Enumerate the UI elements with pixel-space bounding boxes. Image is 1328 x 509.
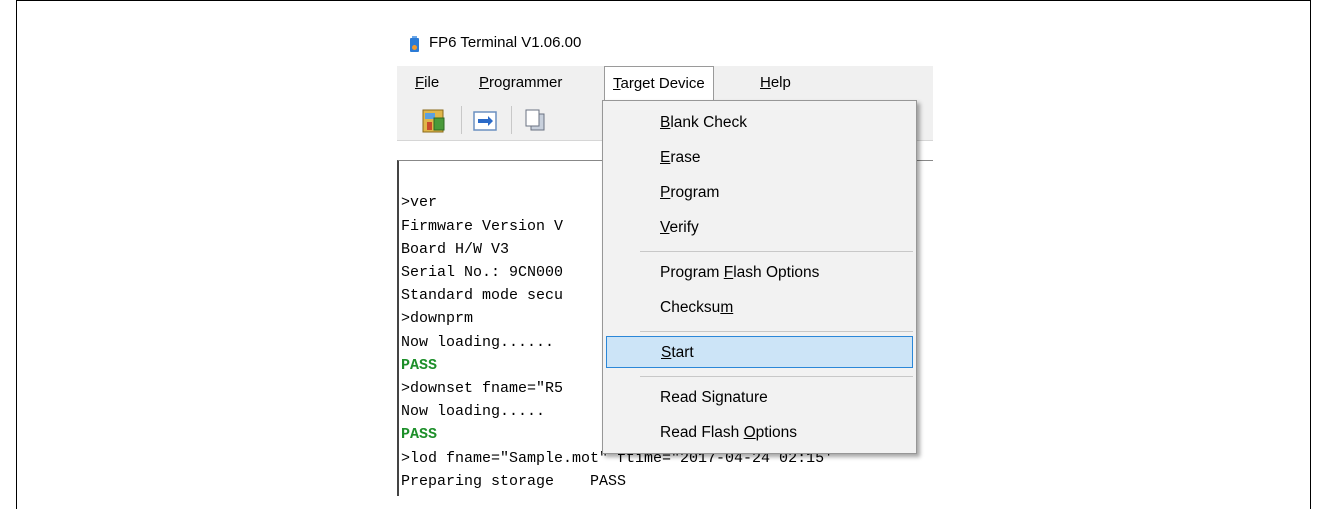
menu-item-read-flash-options[interactable]: Read Flash Options <box>606 417 913 449</box>
title-bar: FP6 Terminal V1.06.00 <box>397 22 933 66</box>
window-title: FP6 Terminal V1.06.00 <box>429 34 582 51</box>
terminal-line: Preparing storage PASS <box>401 473 627 490</box>
terminal-line: Board H/W V3 <box>401 241 510 258</box>
connect-icon[interactable] <box>469 104 501 136</box>
terminal-line: Now loading...... <box>401 334 555 351</box>
menu-item-read-signature[interactable]: Read Signature <box>606 382 913 414</box>
menu-separator <box>640 331 913 332</box>
app-icon <box>409 36 420 52</box>
copy-icon[interactable] <box>519 104 551 136</box>
terminal-line: Serial No.: 9CN000 <box>401 264 564 281</box>
menu-item-program[interactable]: Program <box>606 177 913 209</box>
toolbar-separator <box>461 106 462 134</box>
terminal-line: Now loading..... <box>401 403 546 420</box>
menu-bar: File Programmer Target Device Help <box>397 66 933 102</box>
terminal-line: >ver <box>401 194 438 211</box>
terminal-line-pass: PASS <box>401 426 438 443</box>
menu-item-program-flash-options[interactable]: Program Flash Options <box>606 257 913 289</box>
terminal-line: Firmware Version V <box>401 218 564 235</box>
menu-programmer[interactable]: Programmer <box>471 66 570 100</box>
menu-help[interactable]: Help <box>752 66 799 100</box>
menu-item-erase[interactable]: Erase <box>606 142 913 174</box>
terminal-line: Standard mode secu <box>401 287 564 304</box>
menu-separator <box>640 376 913 377</box>
menu-file[interactable]: File <box>407 66 447 100</box>
device-config-icon[interactable] <box>419 104 451 136</box>
menu-item-start[interactable]: Start <box>606 336 913 368</box>
menu-item-verify[interactable]: Verify <box>606 212 913 244</box>
menu-target-device[interactable]: Target Device <box>604 66 714 102</box>
menu-item-blank-check[interactable]: Blank Check <box>606 107 913 139</box>
terminal-line-pass: PASS <box>401 357 438 374</box>
terminal-line: >downprm <box>401 310 474 327</box>
toolbar-separator <box>511 106 512 134</box>
menu-separator <box>640 251 913 252</box>
menu-item-checksum[interactable]: Checksum <box>606 292 913 324</box>
target-device-menu: Blank Check Erase Program Verify Program… <box>602 100 917 454</box>
terminal-line: >downset fname="R5 <box>401 380 564 397</box>
